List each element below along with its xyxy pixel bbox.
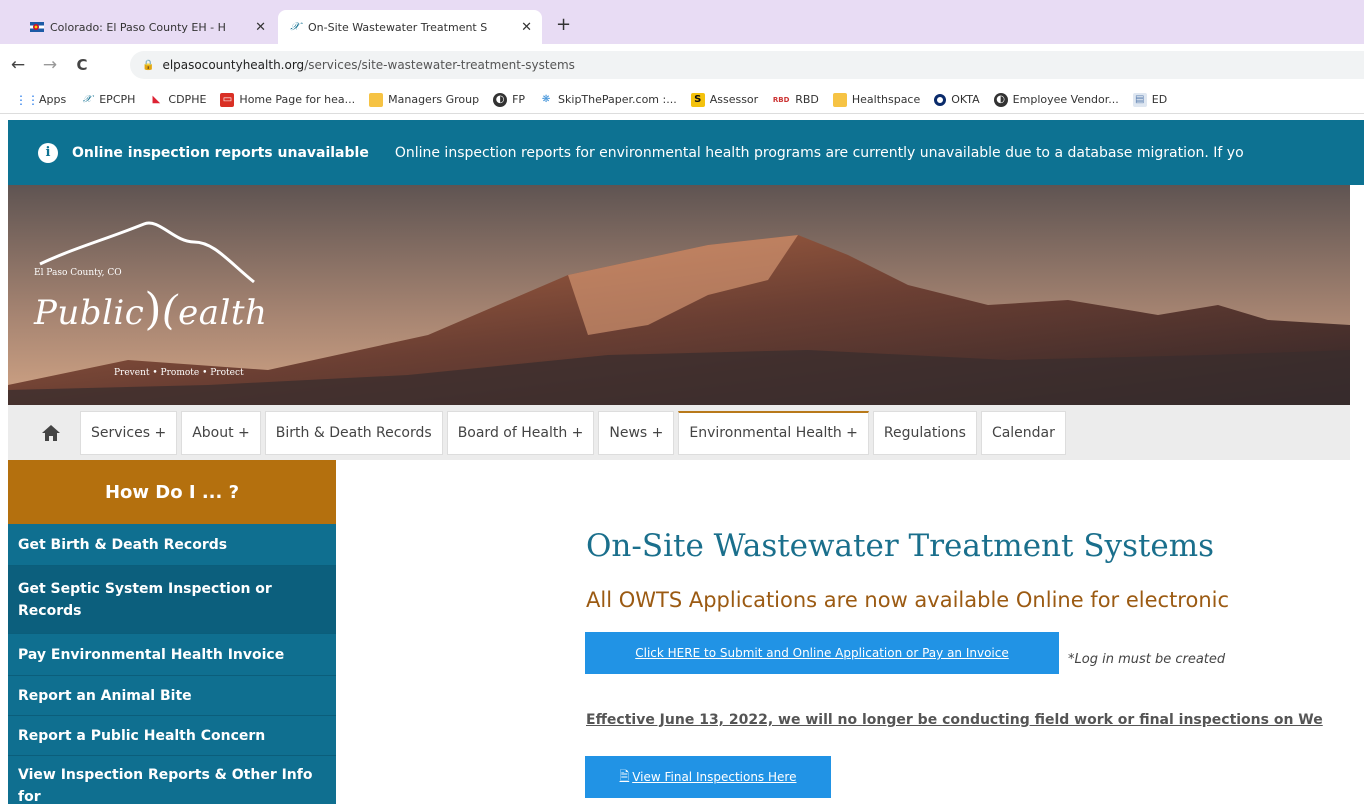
new-tab-button[interactable]: +	[556, 14, 571, 35]
mail-icon: ▭	[220, 92, 235, 107]
bookmark-managers-group[interactable]: Managers Group	[369, 92, 479, 107]
nav-news[interactable]: News +	[598, 410, 675, 455]
lock-icon: 🔒	[142, 59, 155, 71]
sidebar-item-septic[interactable]: Get Septic System Inspection or Records	[8, 566, 336, 634]
page-title: On-Site Wastewater Treatment Systems	[586, 528, 1215, 564]
bookmark-ed[interactable]: ▤ ED	[1132, 92, 1167, 107]
effective-date-notice[interactable]: Effective June 13, 2022, we will no long…	[586, 712, 1323, 728]
snowflake-icon: ❋	[541, 94, 551, 105]
sidebar-item-animal-bite[interactable]: Report an Animal Bite	[8, 676, 336, 716]
alert-banner: i Online inspection reports unavailable …	[8, 120, 1364, 185]
assessor-s-icon: S	[690, 92, 705, 107]
folder-icon	[832, 92, 847, 107]
nav-services[interactable]: Services +	[80, 410, 178, 455]
browser-tab-bar: Colorado: El Paso County EH - H ✕ 𝒳 On-S…	[0, 0, 1364, 44]
nav-environmental-health[interactable]: Environmental Health +	[678, 410, 869, 455]
colorado-flag-icon	[30, 20, 44, 34]
close-tab-icon[interactable]: ✕	[521, 20, 532, 35]
pdf-file-icon: 🗎	[619, 768, 630, 783]
nav-calendar[interactable]: Calendar	[980, 410, 1066, 455]
bookmark-rbd[interactable]: RBD RBD	[772, 93, 819, 107]
home-icon[interactable]	[36, 418, 66, 448]
submit-application-button[interactable]: Click HERE to Submit and Online Applicat…	[585, 632, 1059, 674]
bookmark-apps[interactable]: ⋮⋮ Apps	[15, 92, 66, 107]
login-note: *Log in must be created	[1068, 652, 1226, 667]
sidebar-item-health-concern[interactable]: Report a Public Health Concern	[8, 716, 336, 756]
alert-title: Online inspection reports unavailable	[72, 144, 369, 161]
url-host: elpasocountyhealth.org	[162, 58, 305, 72]
nav-board-of-health[interactable]: Board of Health +	[446, 410, 595, 455]
info-icon: i	[38, 142, 58, 163]
back-icon[interactable]: ←	[4, 55, 32, 75]
bookmark-assessor[interactable]: S Assessor	[690, 92, 758, 107]
bookmark-okta[interactable]: OKTA	[934, 93, 980, 106]
browser-tab-1[interactable]: Colorado: El Paso County EH - H ✕	[20, 10, 276, 44]
address-bar: ← → C 🔒 elpasocountyhealth.org/services/…	[0, 44, 1364, 86]
browser-tab-title: Colorado: El Paso County EH - H	[50, 20, 226, 34]
apps-grid-icon: ⋮⋮	[15, 92, 39, 107]
main-content: On-Site Wastewater Treatment Systems All…	[336, 460, 1350, 804]
sidebar-item-pay-invoice[interactable]: Pay Environmental Health Invoice	[8, 634, 336, 676]
epcph-logo-icon: 𝒳	[290, 20, 300, 33]
bookmark-fp[interactable]: ◐ FP	[493, 92, 525, 107]
browser-tab-2[interactable]: 𝒳 On-Site Wastewater Treatment S ✕	[278, 10, 542, 44]
how-do-i-sidebar: How Do I ... ? Get Birth & Death Records…	[8, 460, 336, 804]
bookmark-healthspace[interactable]: Healthspace	[832, 92, 920, 107]
close-tab-icon[interactable]: ✕	[255, 20, 266, 35]
logo-tagline: Prevent • Promote • Protect	[114, 368, 244, 378]
folder-icon	[369, 92, 384, 107]
alert-text: Online inspection reports for environmen…	[394, 144, 1244, 161]
url-path: /services/site-wastewater-treatment-syst…	[304, 58, 575, 72]
browser-tab-title: On-Site Wastewater Treatment S	[308, 20, 488, 34]
url-input[interactable]: 🔒 elpasocountyhealth.org/services/site-w…	[130, 51, 1364, 79]
bookmark-home-page[interactable]: ▭ Home Page for hea...	[220, 92, 355, 107]
forward-icon[interactable]: →	[36, 55, 64, 75]
how-do-i-heading: How Do I ... ?	[8, 460, 336, 524]
bookmark-skipthepaper[interactable]: ❋ SkipThePaper.com :...	[539, 93, 677, 107]
view-final-inspections-label: View Final Inspections Here	[632, 770, 797, 784]
reload-icon[interactable]: C	[68, 56, 96, 74]
nav-birth-death-records[interactable]: Birth & Death Records	[264, 410, 443, 455]
bookmark-cdphe[interactable]: ◣ CDPHE	[149, 93, 207, 107]
epcph-icon: 𝒳	[82, 94, 92, 105]
sidebar-item-inspection-reports[interactable]: View Inspection Reports & Other Info for	[8, 756, 336, 804]
document-icon: ▤	[1132, 92, 1147, 107]
nav-about[interactable]: About +	[181, 410, 261, 455]
logo-wordmark: Public)(ealth	[34, 284, 268, 335]
globe-icon: ◐	[993, 92, 1008, 107]
main-navigation: Services + About + Birth & Death Records…	[8, 405, 1350, 460]
sidebar-item-birth-death[interactable]: Get Birth & Death Records	[8, 524, 336, 566]
bookmarks-bar: ⋮⋮ Apps 𝒳 EPCPH ◣ CDPHE ▭ Home Page for hea.…	[0, 86, 1364, 114]
okta-icon	[934, 93, 947, 106]
site-logo[interactable]: El Paso County, CO Public)(ealth Prevent…	[34, 212, 274, 392]
bookmark-epcph[interactable]: 𝒳 EPCPH	[80, 93, 135, 107]
nav-regulations[interactable]: Regulations	[872, 410, 977, 455]
page-subheading: All OWTS Applications are now available …	[586, 588, 1230, 612]
bookmark-employee-vendor[interactable]: ◐ Employee Vendor...	[993, 92, 1119, 107]
logo-county: El Paso County, CO	[34, 268, 122, 278]
rbd-icon: RBD	[772, 95, 790, 104]
globe-icon: ◐	[493, 92, 508, 107]
cdphe-icon: ◣	[152, 94, 161, 105]
view-final-inspections-button[interactable]: 🗎 View Final Inspections Here	[585, 756, 831, 798]
